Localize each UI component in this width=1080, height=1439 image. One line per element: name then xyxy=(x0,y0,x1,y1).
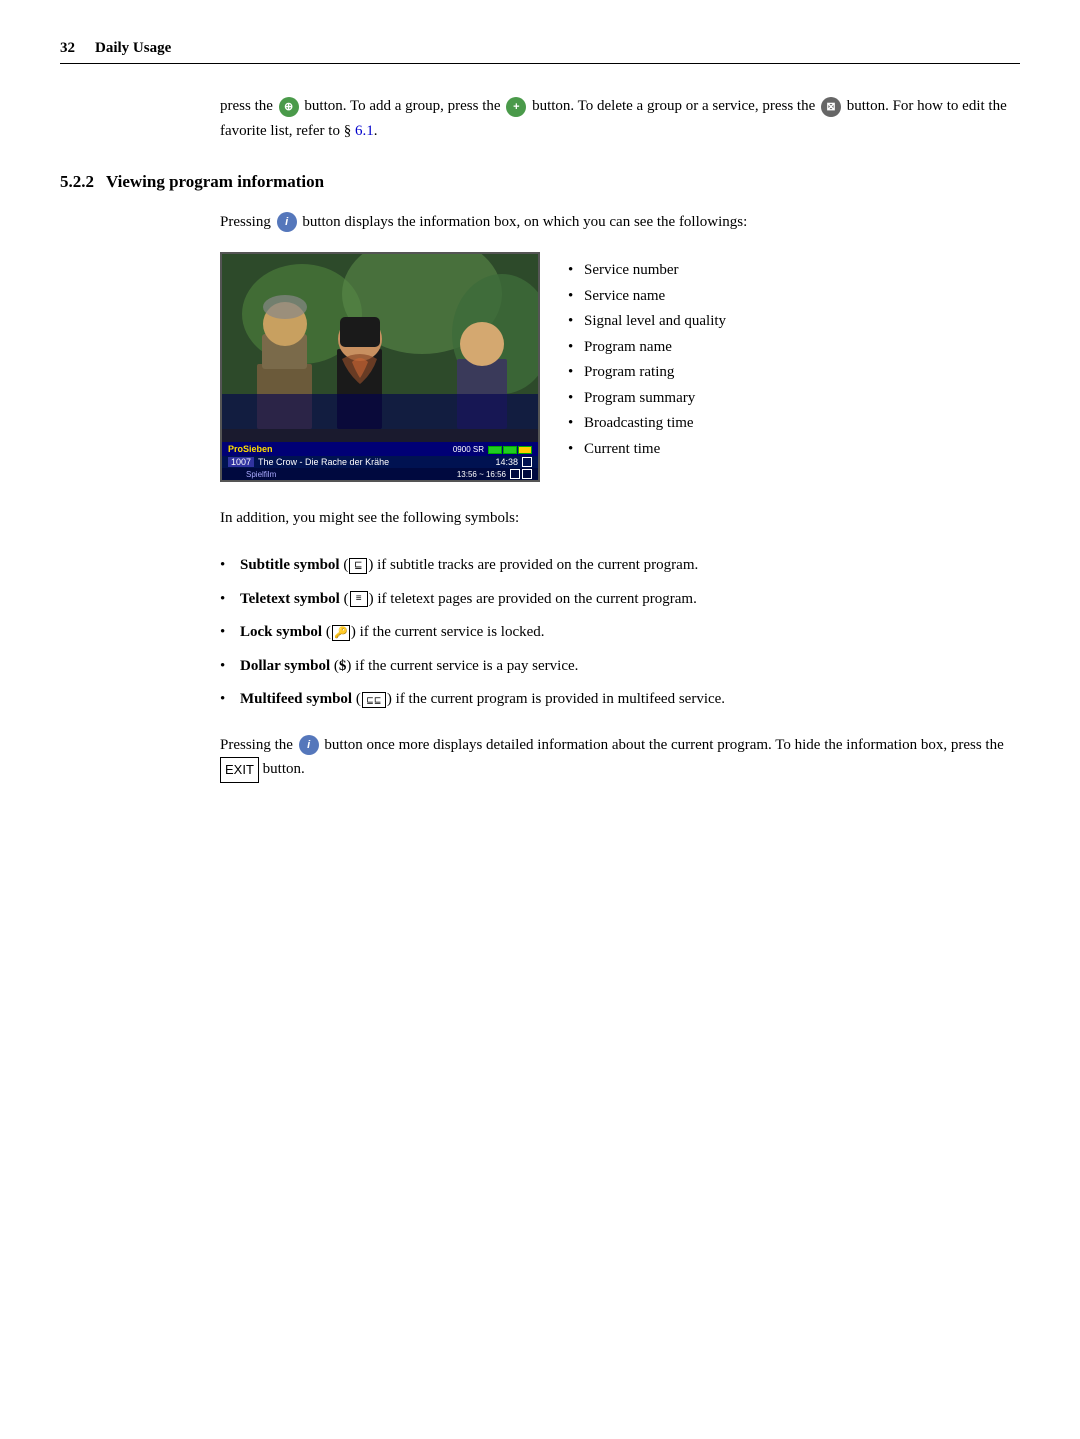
tv-channel-num: 1007 xyxy=(228,457,254,467)
section-link[interactable]: 6.1 xyxy=(355,123,374,139)
closing-text-after-icon: button once more displays detailed infor… xyxy=(324,737,1003,753)
closing-text-end: button. xyxy=(263,761,305,777)
tv-icon-box-2 xyxy=(522,469,532,479)
lock-symbol-icon: 🔑 xyxy=(332,625,350,641)
description-paragraph: Pressing i button displays the informati… xyxy=(220,210,1020,235)
tv-icon-box xyxy=(522,457,532,467)
symbol-desc: if the current service is a pay service. xyxy=(355,658,578,674)
tv-scene-bg xyxy=(222,254,538,429)
symbol-label: Subtitle symbol xyxy=(240,557,340,573)
symbol-desc: if the current service is locked. xyxy=(360,624,545,640)
section-title: Viewing program information xyxy=(106,172,324,191)
subtitle-symbol-icon: ⊑ xyxy=(349,558,367,574)
tv-time-range: 13:56 ~ 16:56 xyxy=(457,470,506,479)
intro-text-before-btn1: press the xyxy=(220,98,273,114)
dollar-symbol: $ xyxy=(339,658,347,674)
intro-paragraph: press the ⊕ button. To add a group, pres… xyxy=(220,94,1020,144)
exit-button: EXIT xyxy=(220,757,259,782)
closing-paragraph: Pressing the i button once more displays… xyxy=(220,733,1020,783)
list-item: Current time xyxy=(568,437,726,463)
list-item: Service name xyxy=(568,284,726,310)
signal-seg-2 xyxy=(503,446,517,454)
button-icon-2: + xyxy=(506,97,526,117)
signal-seg-3 xyxy=(518,446,532,454)
tv-info-middle-row: 1007 The Crow - Die Rache der Krähe 14:3… xyxy=(222,456,538,468)
symbol-item-dollar: Dollar symbol ($) if the current service… xyxy=(220,654,1020,680)
symbol-desc: if teletext pages are provided on the cu… xyxy=(377,591,696,607)
tv-icon-box-1 xyxy=(510,469,520,479)
intro-text-after-btn1: button. To add a group, press the xyxy=(304,98,500,114)
intro-text-end: . xyxy=(374,123,378,139)
intro-text-after-btn2: button. To delete a group or a service, … xyxy=(532,98,815,114)
symbol-item-lock: Lock symbol (🔑) if the current service i… xyxy=(220,620,1020,646)
symbol-label: Multifeed symbol xyxy=(240,691,352,707)
content-block: ProSieben 0900 SR 1007 The Crow - Die Ra… xyxy=(220,252,1020,482)
tv-icons-right xyxy=(510,469,532,479)
symbol-desc: if subtitle tracks are provided on the c… xyxy=(377,557,698,573)
button-icon-1: ⊕ xyxy=(279,97,299,117)
list-item: Program rating xyxy=(568,360,726,386)
tv-signal-text: 0900 SR xyxy=(453,445,484,454)
teletext-symbol-icon: ≡ xyxy=(350,591,368,607)
section-heading: 5.2.2 Viewing program information xyxy=(60,172,1020,192)
desc-text-after-icon: button displays the information box, on … xyxy=(302,214,747,230)
tv-program-name: The Crow - Die Rache der Krähe xyxy=(258,457,491,467)
info-button-icon: i xyxy=(277,212,297,232)
symbol-label: Teletext symbol xyxy=(240,591,340,607)
list-item: Program name xyxy=(568,335,726,361)
list-item: Service number xyxy=(568,258,726,284)
closing-text-before-icon: Pressing the xyxy=(220,737,293,753)
multifeed-symbol-icon: ⊑⊑ xyxy=(362,692,386,708)
addition-title: In addition, you might see the following… xyxy=(220,510,519,526)
symbol-list: Subtitle symbol (⊑) if subtitle tracks a… xyxy=(220,553,1020,713)
tv-screenshot: ProSieben 0900 SR 1007 The Crow - Die Ra… xyxy=(220,252,540,482)
tv-program-time: 14:38 xyxy=(495,457,518,467)
tv-sub-label: Spielfilm xyxy=(228,470,453,479)
symbol-item-subtitle: Subtitle symbol (⊑) if subtitle tracks a… xyxy=(220,553,1020,579)
symbol-label: Lock symbol xyxy=(240,624,322,640)
chapter-title: Daily Usage xyxy=(95,40,171,57)
signal-bar-container xyxy=(488,444,532,454)
desc-text-before-icon: Pressing xyxy=(220,214,271,230)
addition-paragraph: In addition, you might see the following… xyxy=(220,506,1020,531)
closing-info-icon: i xyxy=(299,735,319,755)
tv-info-bottom-row: Spielfilm 13:56 ~ 16:56 xyxy=(222,468,538,480)
page-number: 32 xyxy=(60,40,75,57)
tv-info-bar: ProSieben 0900 SR 1007 The Crow - Die Ra… xyxy=(222,442,538,480)
signal-seg-1 xyxy=(488,446,502,454)
info-bullet-list: Service number Service name Signal level… xyxy=(568,258,726,462)
tv-channel-name: ProSieben xyxy=(228,444,273,454)
list-item: Broadcasting time xyxy=(568,411,726,437)
list-item: Program summary xyxy=(568,386,726,412)
page-header: 32 Daily Usage xyxy=(60,40,1020,64)
symbol-item-teletext: Teletext symbol (≡) if teletext pages ar… xyxy=(220,587,1020,613)
list-item: Signal level and quality xyxy=(568,309,726,335)
symbol-desc: if the current program is provided in mu… xyxy=(396,691,725,707)
tv-info-top-row: ProSieben 0900 SR xyxy=(222,442,538,456)
symbol-item-multifeed: Multifeed symbol (⊑⊑) if the current pro… xyxy=(220,687,1020,713)
symbol-label: Dollar symbol xyxy=(240,658,330,674)
section-number: 5.2.2 xyxy=(60,172,94,191)
tv-signal-bar: 0900 SR xyxy=(453,444,532,454)
button-icon-3: ⊠ xyxy=(821,97,841,117)
